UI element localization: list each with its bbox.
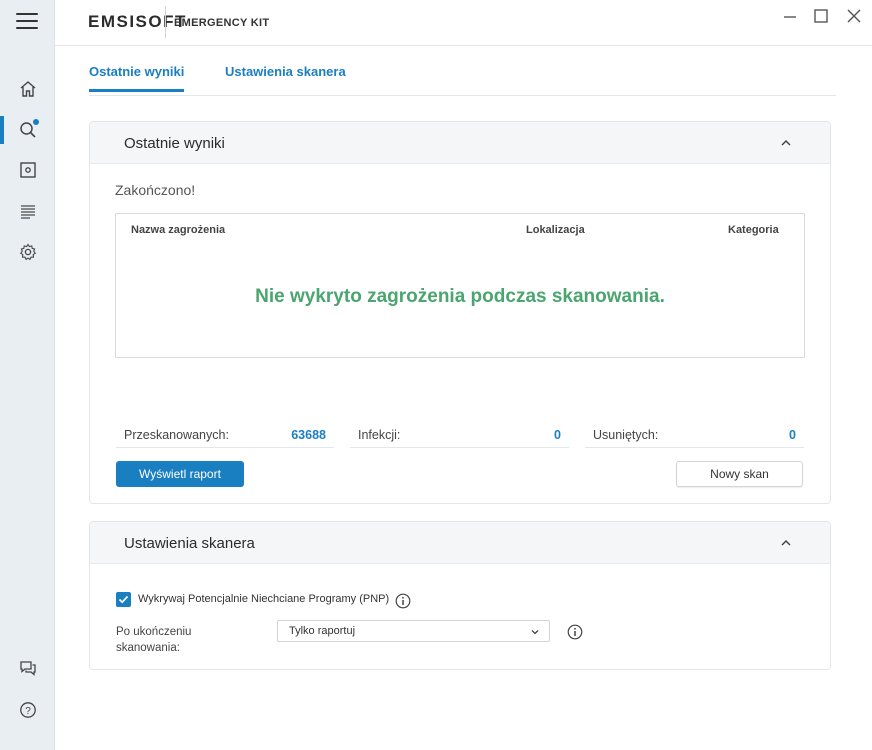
brand-logo: EMSISOFT [88,12,187,31]
info-icon[interactable] [395,593,411,609]
maximize-button[interactable] [811,6,831,26]
checkmark-icon [118,595,129,604]
after-scan-select[interactable]: Tylko raportuj [277,620,550,642]
chevron-down-icon [531,630,539,635]
title-bar: EMSISOFT EMERGENCY KIT [55,0,872,46]
tab-bar: Ostatnie wyniki Ustawienia skanera [89,62,836,96]
home-icon[interactable] [15,76,41,102]
search-icon[interactable] [15,117,41,143]
results-panel-title: Ostatnie wyniki [124,135,225,152]
column-header-location[interactable]: Lokalizacja [526,224,585,236]
settings-icon[interactable] [15,239,41,265]
chat-icon[interactable] [15,655,41,681]
stat-scanned-value: 63688 [291,428,326,442]
logo-divider [165,6,166,38]
no-threats-message: Nie wykryto zagrożenia podczas skanowani… [255,286,665,307]
minimize-icon [784,16,796,18]
chevron-up-icon[interactable] [780,137,792,149]
maximize-icon [814,9,828,23]
new-scan-button[interactable]: Nowy skan [676,461,803,487]
stat-removed-value: 0 [789,428,796,442]
menu-icon[interactable] [16,13,38,33]
results-panel-header[interactable]: Ostatnie wyniki [90,122,830,164]
active-indicator [0,116,4,144]
close-icon [847,9,861,23]
column-header-threat-name[interactable]: Nazwa zagrożenia [131,224,225,236]
tab-recent-results[interactable]: Ostatnie wyniki [89,64,185,92]
info-icon[interactable] [567,624,583,640]
scanner-settings-header[interactable]: Ustawienia skanera [90,522,830,564]
after-scan-select-value: Tylko raportuj [289,625,356,637]
results-panel: Ostatnie wyniki Zakończono! Nazwa zagroż… [89,121,831,504]
stat-removed: Usuniętych: 0 [585,423,804,448]
help-icon[interactable]: ? [15,697,41,723]
stat-infections-value: 0 [554,428,561,442]
stat-infections-label: Infekcji: [358,428,401,442]
column-header-category[interactable]: Kategoria [728,224,779,236]
product-name: EMERGENCY KIT [174,17,270,29]
pup-label[interactable]: Wykrywaj Potencjalnie Niechciane Program… [138,593,389,605]
after-scan-label: Po ukończeniu skanowania: [116,626,192,654]
scanner-settings-panel: Ustawienia skanera Wykrywaj Potencjalnie… [89,521,831,670]
stat-scanned: Przeskanowanych: 63688 [116,423,334,448]
stat-removed-label: Usuniętych: [593,428,659,442]
threats-table: Nazwa zagrożenia Lokalizacja Kategoria N… [115,213,805,358]
notification-dot [33,119,39,125]
tab-scanner-settings[interactable]: Ustawienia skanera [225,64,346,89]
sidebar: ? [0,0,55,750]
stat-infections: Infekcji: 0 [350,423,569,448]
pup-checkbox[interactable] [116,592,131,607]
stat-scanned-label: Przeskanowanych: [124,428,229,442]
chevron-up-icon[interactable] [780,537,792,549]
view-report-button[interactable]: Wyświetl raport [116,461,244,487]
scan-status: Zakończono! [115,182,196,198]
logs-icon[interactable] [15,198,41,224]
scanner-settings-title: Ustawienia skanera [124,535,255,552]
svg-text:?: ? [25,706,31,717]
quarantine-icon[interactable] [15,157,41,183]
minimize-button[interactable] [780,6,800,26]
close-button[interactable] [844,6,864,26]
